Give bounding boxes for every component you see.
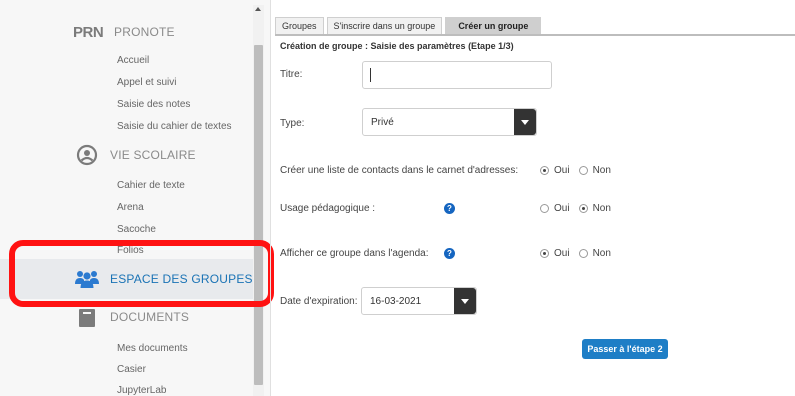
sidebar-item-mes-documents[interactable]: Mes documents: [117, 343, 188, 354]
agenda-non-radio[interactable]: [578, 249, 588, 258]
sidebar-item-sacoche[interactable]: Sacoche: [117, 224, 156, 235]
chevron-down-icon: [461, 298, 469, 304]
pronote-logo: PRN: [73, 23, 104, 41]
scroll-up-arrow-icon[interactable]: [255, 7, 261, 11]
radio-label-non: Non: [592, 203, 611, 214]
usage-non-radio[interactable]: [578, 204, 588, 213]
sidebar-section-title: VIE SCOLAIRE: [110, 148, 196, 162]
tab-groupes[interactable]: Groupes: [275, 17, 324, 34]
date-dropdown-button[interactable]: [454, 288, 476, 314]
agenda-oui-radio[interactable]: [540, 249, 549, 258]
sidebar-item-appel-et-suivi[interactable]: Appel et suivi: [117, 77, 176, 88]
tab-underline: [275, 34, 795, 36]
sidebar-section-pronote[interactable]: PRN PRONOTE: [0, 12, 253, 52]
next-step-button[interactable]: Passer à l'étape 2: [582, 339, 668, 359]
sidebar-item-folios[interactable]: Folios: [117, 245, 144, 256]
date-expiration-value: 16-03-2021: [370, 296, 422, 307]
radio-label-oui: Oui: [554, 203, 570, 214]
sidebar-item-casier[interactable]: Casier: [117, 364, 146, 375]
user-circle-icon: [74, 142, 100, 168]
divider: [270, 0, 271, 396]
group-users-icon: [74, 266, 100, 292]
scrollbar-thumb[interactable]: [254, 45, 263, 385]
type-dropdown-button[interactable]: [514, 109, 536, 135]
type-select[interactable]: Privé: [362, 108, 537, 136]
contacts-oui-radio[interactable]: [540, 166, 549, 175]
tab-bar: Groupes S'inscrire dans un groupe Créer …: [275, 17, 544, 34]
document-icon: [74, 304, 100, 330]
type-selected-value: Privé: [371, 117, 394, 128]
sidebar-section-vie-scolaire[interactable]: VIE SCOLAIRE: [0, 135, 253, 175]
sidebar-item-saisie-des-notes[interactable]: Saisie des notes: [117, 99, 190, 110]
help-icon[interactable]: ?: [444, 248, 455, 259]
agenda-radio-group: Oui Non: [540, 248, 620, 259]
sidebar-section-title: DOCUMENTS: [110, 310, 190, 324]
sidebar-section-title: PRONOTE: [114, 25, 175, 39]
tab-creer-un-groupe[interactable]: Créer un groupe: [445, 17, 542, 34]
usage-pedagogique-label: Usage pédagogique :: [280, 203, 376, 214]
radio-label-non: Non: [592, 248, 611, 259]
titre-input[interactable]: [362, 61, 552, 89]
text-caret: [370, 68, 371, 82]
main-panel: Groupes S'inscrire dans un groupe Créer …: [270, 0, 795, 396]
usage-oui-radio[interactable]: [540, 204, 549, 213]
sidebar-section-title: ESPACE DES GROUPES: [110, 272, 253, 286]
sidebar-section-documents[interactable]: DOCUMENTS: [0, 297, 253, 337]
sidebar-item-arena[interactable]: Arena: [117, 202, 144, 213]
usage-radio-group: Oui Non: [540, 203, 620, 214]
sidebar-item-saisie-cahier-de-textes[interactable]: Saisie du cahier de textes: [117, 121, 232, 132]
contacts-label: Créer une liste de contacts dans le carn…: [280, 165, 519, 176]
sidebar: PRN PRONOTE Accueil Appel et suivi Saisi…: [0, 0, 270, 396]
radio-label-oui: Oui: [554, 248, 570, 259]
type-label: Type:: [280, 118, 305, 129]
chevron-down-icon: [521, 119, 529, 125]
date-expiration-label: Date d'expiration:: [280, 296, 358, 307]
date-expiration-select[interactable]: 16-03-2021: [361, 287, 477, 315]
tab-sinscrire-dans-un-groupe[interactable]: S'inscrire dans un groupe: [326, 17, 443, 34]
agenda-label: Afficher ce groupe dans l'agenda:: [280, 248, 429, 259]
sidebar-section-espace-des-groupes[interactable]: ESPACE DES GROUPES: [0, 259, 253, 299]
radio-label-non: Non: [592, 165, 611, 176]
radio-label-oui: Oui: [554, 165, 570, 176]
sidebar-item-accueil[interactable]: Accueil: [117, 55, 149, 66]
titre-label: Titre:: [280, 69, 303, 80]
step-title: Création de groupe : Saisie des paramètr…: [280, 41, 514, 51]
sidebar-scrollbar[interactable]: [253, 5, 264, 396]
contacts-radio-group: Oui Non: [540, 165, 620, 176]
help-icon[interactable]: ?: [444, 203, 455, 214]
sidebar-item-jupyterlab[interactable]: JupyterLab: [117, 385, 166, 396]
contacts-non-radio[interactable]: [578, 166, 588, 175]
sidebar-item-cahier-de-texte[interactable]: Cahier de texte: [117, 180, 185, 191]
